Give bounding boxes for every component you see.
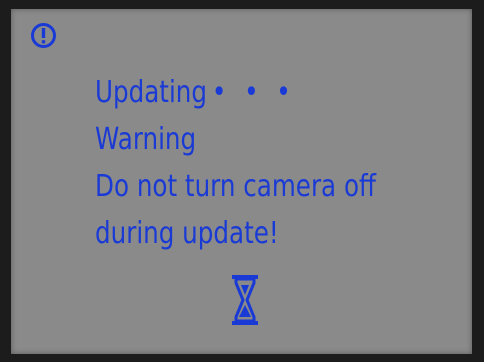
status-line: Updating • • • (95, 69, 398, 116)
status-label: Updating (95, 75, 208, 110)
camera-screen-bezel: Updating • • • Warning Do not turn camera… (0, 0, 484, 362)
update-warning-screen: Updating • • • Warning Do not turn camera… (11, 9, 472, 354)
message-line-1: Do not turn camera off (95, 169, 376, 204)
message-line-2: during update! (95, 216, 279, 251)
warning-title: Warning (95, 122, 197, 157)
hourglass-icon (232, 275, 258, 325)
update-message: Updating • • • Warning Do not turn camera… (95, 69, 398, 257)
exclamation-circle-icon (31, 23, 56, 48)
progress-dots: • • • (211, 75, 296, 110)
